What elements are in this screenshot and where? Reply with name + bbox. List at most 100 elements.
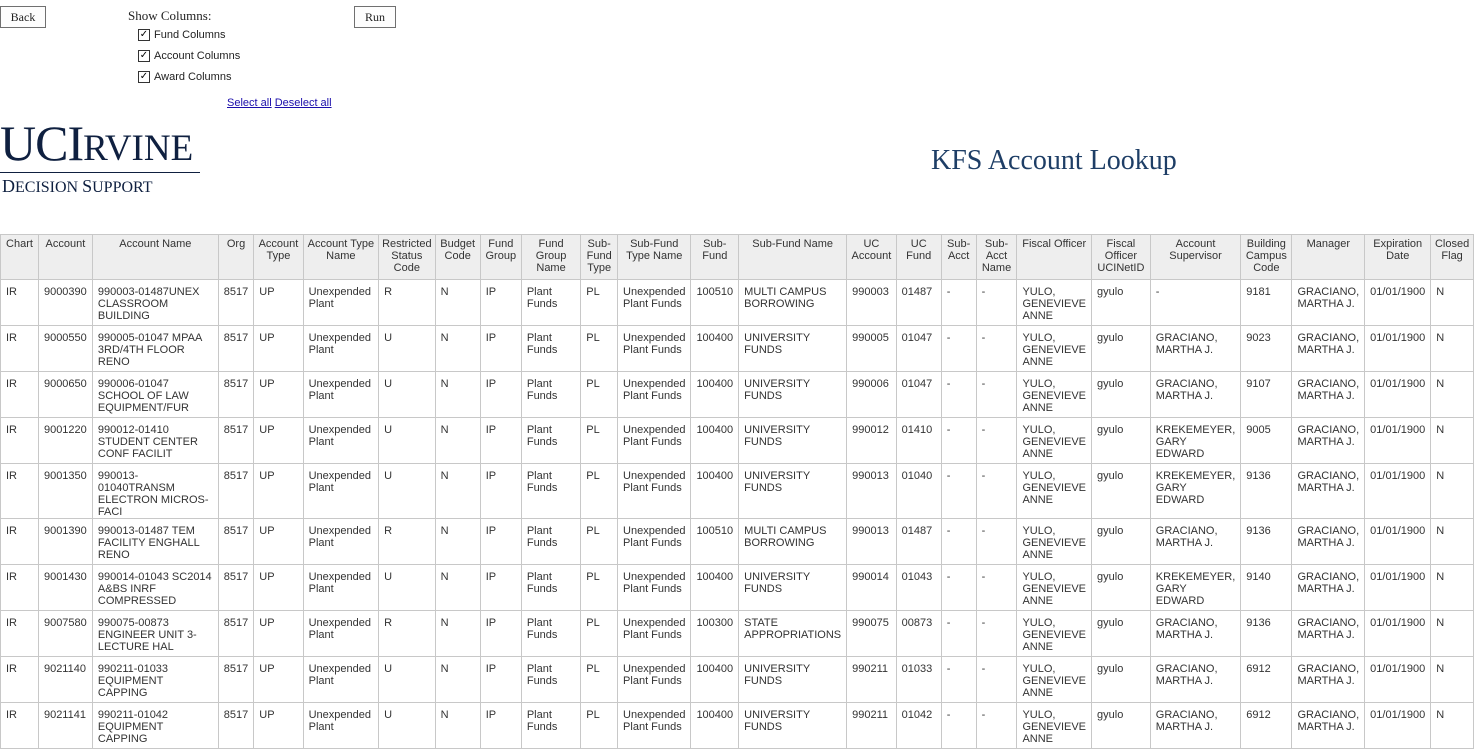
table-cell: YULO, GENEVIEVE ANNE	[1016, 325, 1093, 372]
table-cell: 8517	[217, 371, 255, 418]
table-cell: 100510	[690, 279, 740, 326]
table-cell: gyulo	[1091, 518, 1151, 565]
table-cell: N	[434, 371, 481, 418]
table-cell: N	[434, 279, 481, 326]
column-header: Fiscal Officer UCINetID	[1091, 234, 1151, 280]
table-cell: UP	[253, 325, 304, 372]
table-cell: 9136	[1240, 463, 1293, 519]
table-cell: UP	[253, 371, 304, 418]
table-header-row: Chart Account Account Name Org Account Type A…	[0, 234, 1474, 280]
table-cell: UP	[253, 656, 304, 703]
table-cell: YULO, GENEVIEVE ANNE	[1016, 463, 1093, 519]
deselect-all-link[interactable]: Deselect all	[275, 97, 332, 109]
column-header: Manager	[1291, 234, 1366, 280]
award-columns-toggle[interactable]: ✓ Award Columns	[138, 71, 231, 83]
table-cell: IR	[0, 656, 39, 703]
table-cell: Plant Funds	[520, 463, 582, 519]
table-cell: 9001220	[37, 417, 93, 464]
table-cell: IP	[479, 417, 522, 464]
table-cell: YULO, GENEVIEVE ANNE	[1016, 564, 1093, 611]
table-row: IR 9000390 990003-01487UNEX CLASSROOM BUIL…	[0, 279, 1474, 326]
column-header: Fund Group	[479, 234, 522, 280]
table-cell: 01042	[895, 702, 942, 749]
table-cell: 9107	[1240, 371, 1293, 418]
fund-columns-label: Fund Columns	[154, 29, 226, 41]
table-cell: 990013-01040TRANSM ELECTRON MICROS-FACI	[91, 463, 219, 519]
table-cell: 990012	[846, 417, 897, 464]
back-button[interactable]: Back	[0, 6, 46, 28]
table-cell: Plant Funds	[520, 656, 582, 703]
table-cell: 990014	[846, 564, 897, 611]
table-cell: 9181	[1240, 279, 1293, 326]
table-cell: PL	[580, 463, 619, 519]
table-cell: GRACIANO, MARTHA J.	[1291, 279, 1366, 326]
table-cell: 990211-01033 EQUIPMENT CAPPING	[91, 656, 219, 703]
column-header: UC Fund	[895, 234, 942, 280]
table-cell: IR	[0, 463, 39, 519]
table-cell: 100300	[690, 610, 740, 657]
table-cell: YULO, GENEVIEVE ANNE	[1016, 656, 1093, 703]
account-columns-toggle[interactable]: ✓ Account Columns	[138, 50, 240, 62]
checkbox-checked-icon[interactable]: ✓	[138, 29, 150, 41]
table-cell: 990003	[846, 279, 897, 326]
table-cell: N	[1430, 279, 1474, 326]
table-cell: U	[378, 656, 436, 703]
table-cell: 8517	[217, 463, 255, 519]
column-header: Building Campus Code	[1240, 234, 1293, 280]
run-button[interactable]: Run	[354, 6, 396, 28]
fund-columns-toggle[interactable]: ✓ Fund Columns	[138, 29, 226, 41]
table-cell: 01/01/1900	[1364, 417, 1432, 464]
account-columns-label: Account Columns	[154, 50, 241, 62]
table-cell: PL	[580, 564, 619, 611]
table-cell: Unexpended Plant	[302, 702, 380, 749]
table-cell: 01/01/1900	[1364, 610, 1432, 657]
table-cell: KREKEMEYER, GARY EDWARD	[1149, 463, 1242, 519]
table-cell: gyulo	[1091, 325, 1151, 372]
table-cell: 01/01/1900	[1364, 518, 1432, 565]
checkbox-checked-icon[interactable]: ✓	[138, 71, 150, 83]
table-cell: -	[940, 610, 977, 657]
table-cell: N	[1430, 564, 1474, 611]
table-cell: 9021141	[37, 702, 93, 749]
select-all-link[interactable]: Select all	[227, 97, 272, 109]
checkbox-checked-icon[interactable]: ✓	[138, 50, 150, 62]
table-cell: Unexpended Plant Funds	[617, 371, 692, 418]
table-cell: IP	[479, 279, 522, 326]
table-cell: -	[1149, 279, 1242, 326]
table-cell: N	[1430, 518, 1474, 565]
table-cell: 01/01/1900	[1364, 463, 1432, 519]
table-cell: 8517	[217, 610, 255, 657]
table-cell: -	[940, 564, 977, 611]
table-cell: UNIVERSITY FUNDS	[738, 371, 848, 418]
table-cell: N	[1430, 702, 1474, 749]
table-cell: Unexpended Plant	[302, 279, 380, 326]
table-cell: Plant Funds	[520, 702, 582, 749]
table-cell: Unexpended Plant Funds	[617, 417, 692, 464]
table-cell: Unexpended Plant	[302, 518, 380, 565]
table-cell: 01/01/1900	[1364, 325, 1432, 372]
table-cell: U	[378, 463, 436, 519]
table-cell: U	[378, 417, 436, 464]
column-header: Account Supervisor	[1149, 234, 1242, 280]
table-cell: IP	[479, 656, 522, 703]
column-header: Sub-Fund Type Name	[617, 234, 692, 280]
column-header: Account Type Name	[302, 234, 380, 280]
table-cell: 6912	[1240, 656, 1293, 703]
column-header: Sub-Acct Name	[975, 234, 1018, 280]
table-cell: Unexpended Plant Funds	[617, 518, 692, 565]
column-header: Budget Code	[434, 234, 481, 280]
table-cell: KREKEMEYER, GARY EDWARD	[1149, 564, 1242, 611]
show-columns-label: Show Columns:	[128, 8, 212, 23]
table-cell: gyulo	[1091, 610, 1151, 657]
table-cell: UNIVERSITY FUNDS	[738, 702, 848, 749]
table-cell: IP	[479, 371, 522, 418]
table-cell: IP	[479, 564, 522, 611]
table-cell: 9001350	[37, 463, 93, 519]
table-cell: Plant Funds	[520, 417, 582, 464]
table-cell: 01040	[895, 463, 942, 519]
table-cell: IR	[0, 518, 39, 565]
table-cell: PL	[580, 656, 619, 703]
column-header: Fiscal Officer	[1016, 234, 1093, 280]
table-cell: UNIVERSITY FUNDS	[738, 417, 848, 464]
table-cell: 990005	[846, 325, 897, 372]
